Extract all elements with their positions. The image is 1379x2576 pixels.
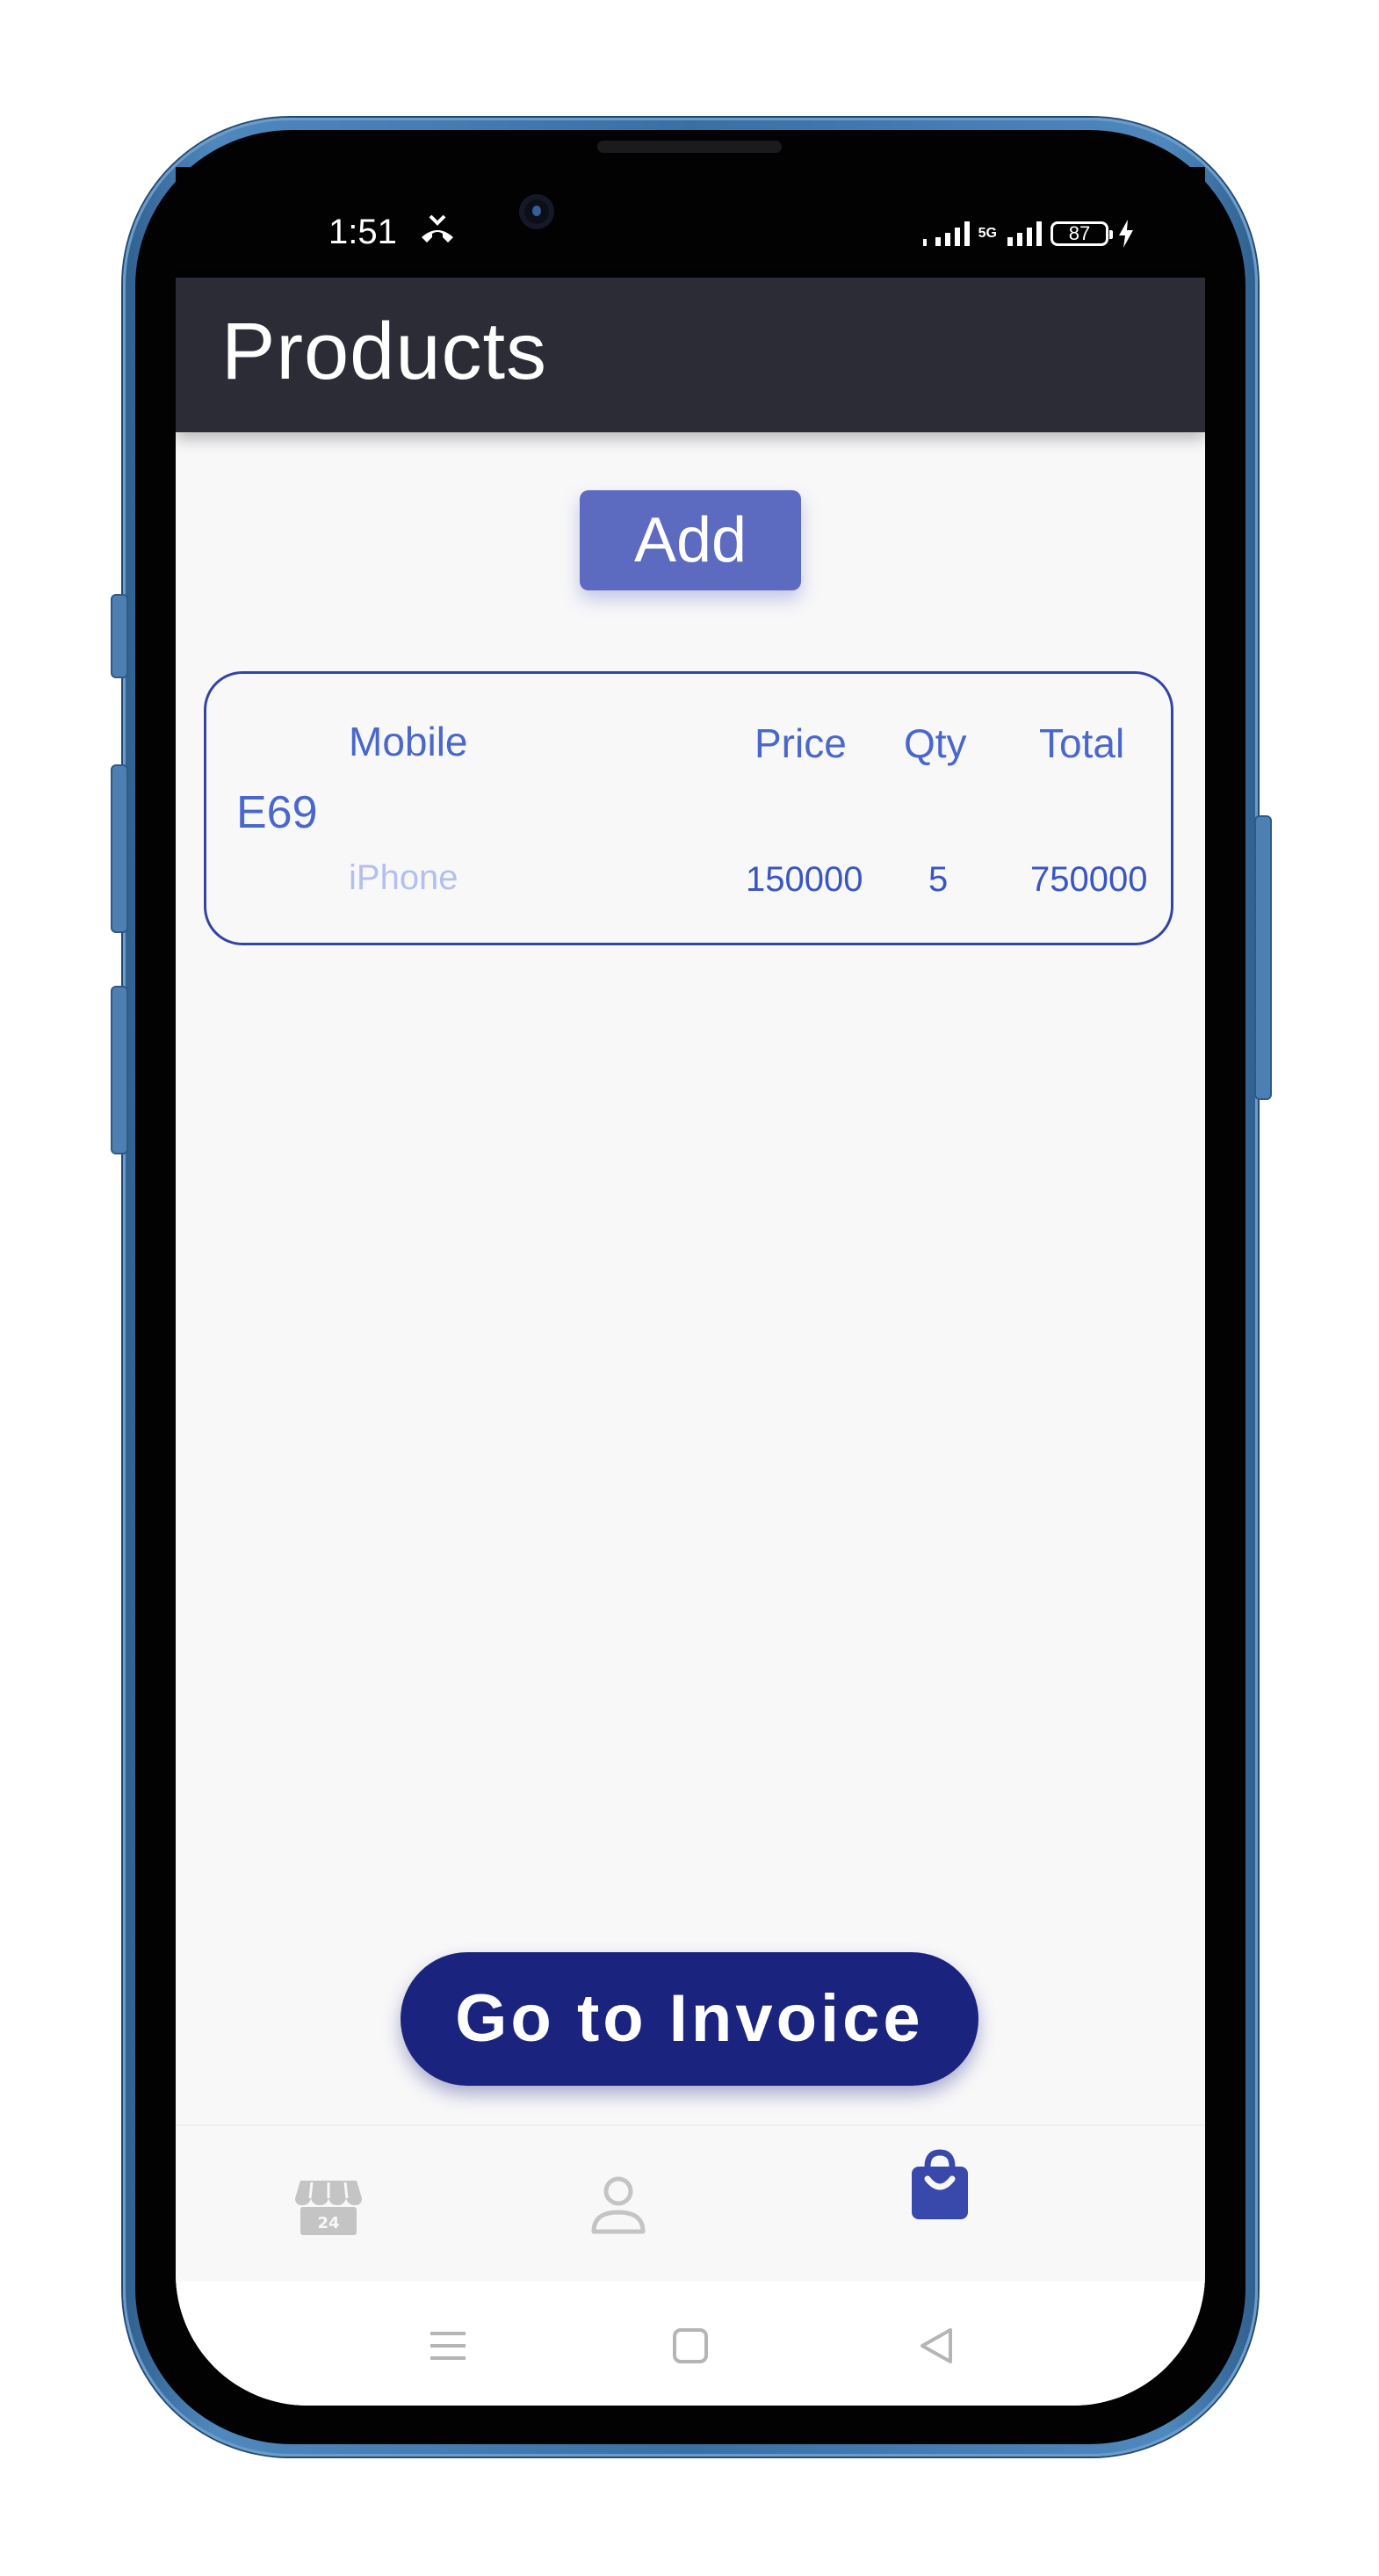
home-icon[interactable]: [664, 2319, 717, 2372]
app-screen: Products Add E69 Mobile Price Qty Total …: [176, 278, 1205, 2406]
screen: 1:51 5G 87 Products Add E69 Mobile Price…: [176, 167, 1205, 2406]
phone-side-button: [111, 764, 128, 933]
status-time: 1:51: [329, 213, 397, 251]
menu-icon[interactable]: [422, 2319, 474, 2372]
phone-side-button: [111, 986, 128, 1154]
price-header: Price: [754, 720, 847, 766]
shopping-bag-icon: [912, 2149, 968, 2219]
page-title: Products: [221, 307, 548, 396]
missed-call-icon: [422, 214, 453, 242]
nav-cart[interactable]: [896, 2144, 984, 2232]
signal-strength-icon: [1007, 221, 1042, 246]
status-bar: 1:51 5G 87: [176, 167, 1205, 278]
signal-strength-icon: [935, 221, 970, 246]
nav-store[interactable]: 24: [285, 2161, 372, 2249]
front-camera: [519, 194, 554, 229]
add-button[interactable]: Add: [580, 490, 801, 590]
battery-icon: 87: [1050, 221, 1113, 246]
total-header: Total: [1039, 720, 1125, 766]
product-card[interactable]: E69 Mobile Price Qty Total iPhone 150000…: [204, 671, 1173, 945]
product-total: 750000: [1030, 860, 1148, 899]
product-price: 150000: [746, 860, 863, 899]
phone-power-button: [1254, 815, 1272, 1100]
system-nav-bar: [176, 2281, 1205, 2406]
go-to-invoice-button[interactable]: Go to Invoice: [401, 1952, 978, 2086]
signal-icon: [922, 221, 927, 246]
charging-icon: [1119, 220, 1133, 248]
person-icon: [591, 2176, 646, 2234]
svg-text:24: 24: [317, 2214, 339, 2232]
qty-header: Qty: [904, 720, 967, 766]
back-icon[interactable]: [910, 2319, 963, 2372]
product-name: iPhone: [349, 858, 458, 897]
product-category: Mobile: [349, 719, 468, 764]
product-code: E69: [236, 787, 318, 838]
earpiece: [597, 141, 782, 153]
status-indicators: 5G 87: [922, 220, 1135, 248]
battery-level: 87: [1068, 222, 1091, 244]
bottom-nav: 24: [176, 2124, 1205, 2283]
store-24-icon: 24: [295, 2181, 362, 2235]
product-qty: 5: [928, 860, 949, 899]
network-type: 5G: [978, 226, 997, 241]
phone-side-button: [111, 594, 128, 678]
app-bar: Products: [176, 278, 1205, 432]
nav-profile[interactable]: [574, 2161, 662, 2249]
